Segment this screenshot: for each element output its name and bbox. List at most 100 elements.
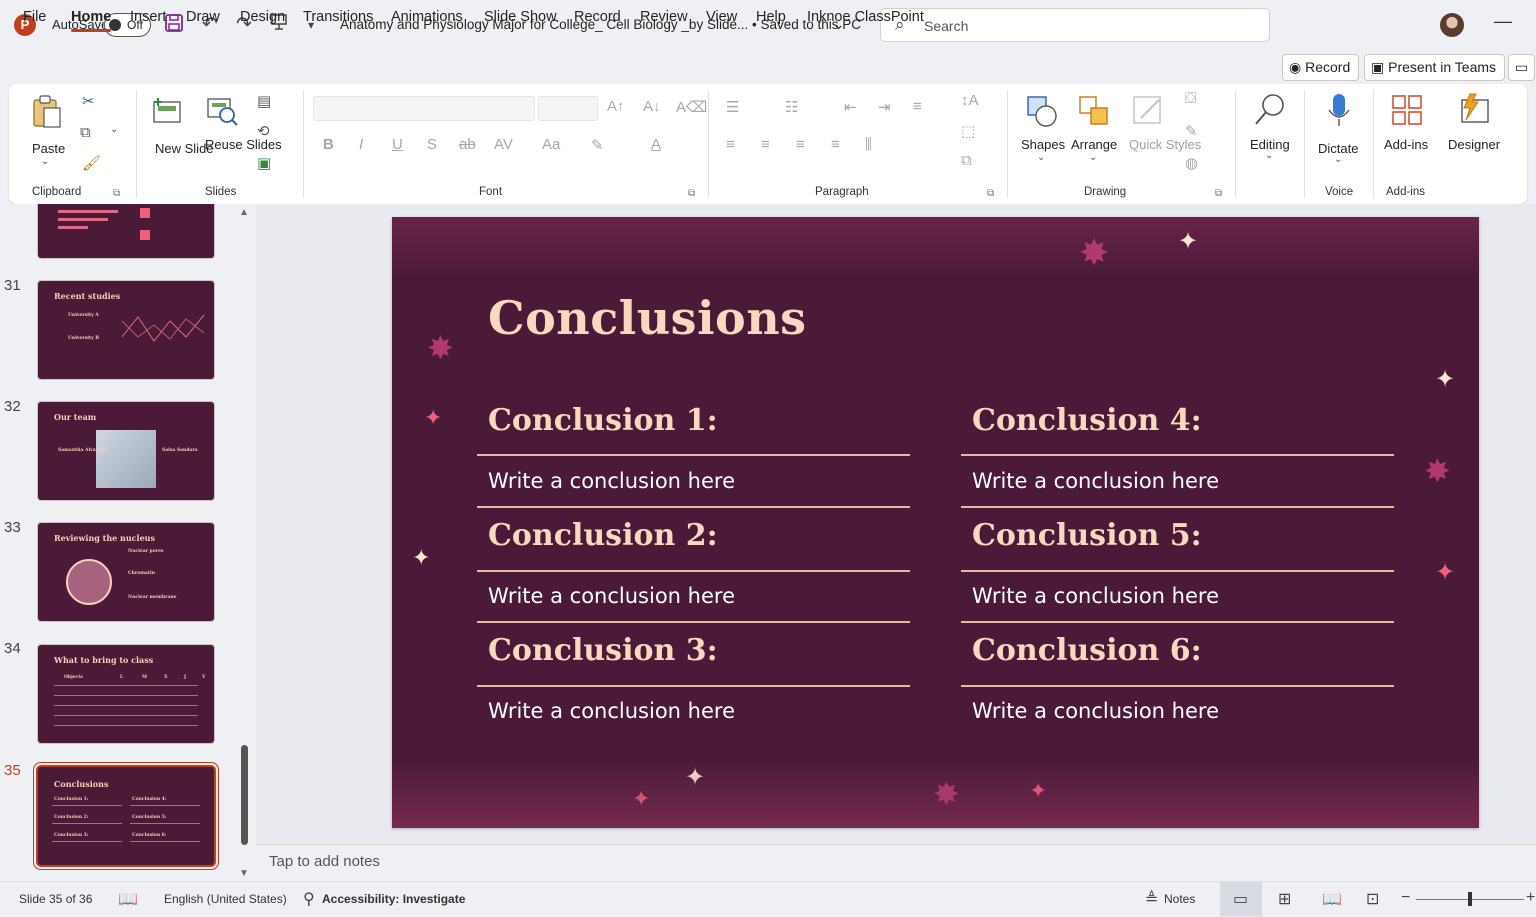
arrange-chevron-down-icon[interactable]: ⌄	[1089, 152, 1097, 163]
arrange-label[interactable]: Arrange	[1071, 136, 1117, 153]
paste-chevron-down-icon[interactable]: ⌄	[41, 156, 49, 167]
notes-placeholder[interactable]: Tap to add notes	[269, 853, 380, 870]
editing-chevron-down-icon[interactable]: ⌄	[1265, 150, 1273, 161]
line-spacing-icon[interactable]: ≡	[913, 98, 922, 115]
thumbnail-scrollbar[interactable]	[241, 745, 248, 845]
copy-icon[interactable]: ⧉	[80, 124, 91, 141]
align-text-icon[interactable]: ⬚	[961, 122, 975, 140]
bold-icon[interactable]: B	[323, 136, 334, 153]
reading-view-icon[interactable]: 📖	[1322, 889, 1342, 909]
conclusion-text[interactable]: Write a conclusion here	[488, 699, 735, 723]
editing-search-icon[interactable]	[1253, 92, 1287, 131]
accessibility-icon[interactable]: ⚲	[303, 889, 315, 909]
tab-slide-show[interactable]: Slide Show	[484, 9, 557, 25]
conclusion-heading[interactable]: Conclusion 3:	[488, 633, 718, 668]
font-color-icon[interactable]: A	[651, 136, 661, 153]
zoom-out-icon[interactable]: −	[1401, 889, 1410, 907]
scroll-up-icon[interactable]: ▲	[239, 207, 249, 218]
scroll-down-icon[interactable]: ▼	[239, 868, 249, 879]
designer-label[interactable]: Designer	[1448, 136, 1500, 153]
tab-inknoe-classpoint[interactable]: Inknoe ClassPoint	[807, 9, 924, 25]
increase-indent-icon[interactable]: ⇥	[878, 98, 891, 116]
microphone-icon[interactable]	[1327, 92, 1351, 133]
slide-show-icon[interactable]: ⊡	[1366, 889, 1379, 909]
format-painter-icon[interactable]: 🖌	[82, 154, 101, 172]
layout-icon[interactable]: ▤	[257, 92, 271, 110]
slide-thumbnail[interactable]: What to bring to class Objects L M X J V	[38, 645, 214, 743]
highlight-icon[interactable]: ✎	[591, 136, 604, 154]
reset-slide-icon[interactable]: ⟲	[257, 122, 270, 140]
font-launcher-icon[interactable]: ⧉	[688, 188, 695, 199]
justify-icon[interactable]: ≡	[831, 136, 840, 153]
normal-view-icon[interactable]: ▭	[1233, 889, 1248, 909]
shapes-icon[interactable]	[1025, 94, 1059, 131]
tab-draw[interactable]: Draw	[186, 9, 220, 25]
paste-icon[interactable]	[31, 94, 63, 133]
conclusion-text[interactable]: Write a conclusion here	[972, 699, 1219, 723]
slide-thumbnail[interactable]	[38, 204, 214, 258]
shape-effects-icon[interactable]: ◍	[1185, 154, 1198, 172]
conclusion-heading[interactable]: Conclusion 4:	[972, 403, 1202, 438]
designer-icon[interactable]	[1456, 92, 1492, 129]
accessibility-status[interactable]: Accessibility: Investigate	[322, 892, 465, 906]
change-case-icon[interactable]: Aa	[542, 136, 560, 153]
increase-font-size-icon[interactable]: A↑	[607, 98, 625, 115]
cut-icon[interactable]: ✂	[82, 92, 95, 110]
tab-insert[interactable]: Insert	[130, 9, 166, 25]
shape-fill-icon[interactable]: ⛋	[1185, 90, 1196, 107]
align-center-icon[interactable]: ≡	[761, 136, 770, 153]
new-slide-icon[interactable]	[150, 94, 184, 129]
strikethrough-icon[interactable]: ab	[459, 136, 476, 153]
spelling-book-icon[interactable]: 📖	[118, 889, 138, 909]
tab-view[interactable]: View	[706, 9, 737, 25]
text-shadow-icon[interactable]: S	[427, 136, 437, 153]
font-family-select[interactable]	[313, 96, 535, 121]
slide-canvas[interactable]: Conclusions Conclusion 1: Write a conclu…	[392, 217, 1479, 828]
slide-thumbnail[interactable]: Our team Samantha Alvarado Salsa Sandara	[38, 402, 214, 500]
bullets-icon[interactable]: ☰	[726, 98, 739, 116]
present-in-teams-button[interactable]: ▣ Present in Teams	[1364, 54, 1506, 81]
paragraph-launcher-icon[interactable]: ⧉	[987, 188, 994, 199]
decrease-indent-icon[interactable]: ⇤	[844, 98, 857, 116]
arrange-icon[interactable]	[1077, 94, 1111, 131]
numbering-icon[interactable]: ☷	[785, 98, 798, 116]
align-left-icon[interactable]: ≡	[726, 136, 735, 153]
italic-icon[interactable]: I	[359, 136, 363, 153]
shapes-label[interactable]: Shapes	[1021, 136, 1065, 153]
slide-sorter-icon[interactable]: ⊞	[1278, 889, 1291, 909]
minimize-icon[interactable]: —	[1494, 11, 1512, 32]
conclusion-text[interactable]: Write a conclusion here	[972, 584, 1219, 608]
align-right-icon[interactable]: ≡	[796, 136, 805, 153]
zoom-in-icon[interactable]: +	[1526, 889, 1535, 907]
tab-transitions[interactable]: Transitions	[303, 9, 373, 25]
add-ins-icon[interactable]	[1391, 94, 1423, 129]
language-indicator[interactable]: English (United States)	[164, 892, 287, 906]
record-button[interactable]: ◉ Record	[1282, 54, 1360, 81]
conclusion-heading[interactable]: Conclusion 5:	[972, 518, 1202, 553]
paste-button-label[interactable]: Paste	[32, 140, 65, 157]
notes-button[interactable]: Notes	[1164, 892, 1195, 906]
dictate-chevron-down-icon[interactable]: ⌄	[1334, 154, 1342, 165]
tab-design[interactable]: Design	[240, 9, 285, 25]
text-direction-icon[interactable]: ↕A	[961, 92, 979, 109]
conclusion-text[interactable]: Write a conclusion here	[972, 469, 1219, 493]
conclusion-heading[interactable]: Conclusion 2:	[488, 518, 718, 553]
zoom-slider-knob[interactable]	[1468, 892, 1472, 906]
copy-chevron-down-icon[interactable]: ⌄	[110, 124, 118, 135]
shapes-chevron-down-icon[interactable]: ⌄	[1037, 152, 1045, 163]
tab-home[interactable]: Home	[71, 9, 112, 32]
conclusion-heading[interactable]: Conclusion 6:	[972, 633, 1202, 668]
reuse-slides-label[interactable]: Reuse Slides	[205, 136, 282, 153]
reuse-slides-icon[interactable]	[205, 94, 239, 131]
slide-title[interactable]: Conclusions	[488, 291, 807, 345]
underline-icon[interactable]: U	[392, 136, 403, 153]
clear-formatting-icon[interactable]: A⌫	[676, 98, 707, 116]
notes-pane[interactable]	[256, 844, 1536, 880]
user-avatar[interactable]	[1440, 13, 1464, 37]
search-box[interactable]: ⌕ Search	[880, 8, 1270, 42]
shape-outline-icon[interactable]: ✎	[1185, 122, 1198, 140]
tab-record[interactable]: Record	[574, 9, 621, 25]
slide-thumbnail[interactable]: Recent studies University A University B	[38, 281, 214, 379]
conclusion-heading[interactable]: Conclusion 1:	[488, 403, 718, 438]
add-ins-label[interactable]: Add-ins	[1384, 136, 1428, 153]
